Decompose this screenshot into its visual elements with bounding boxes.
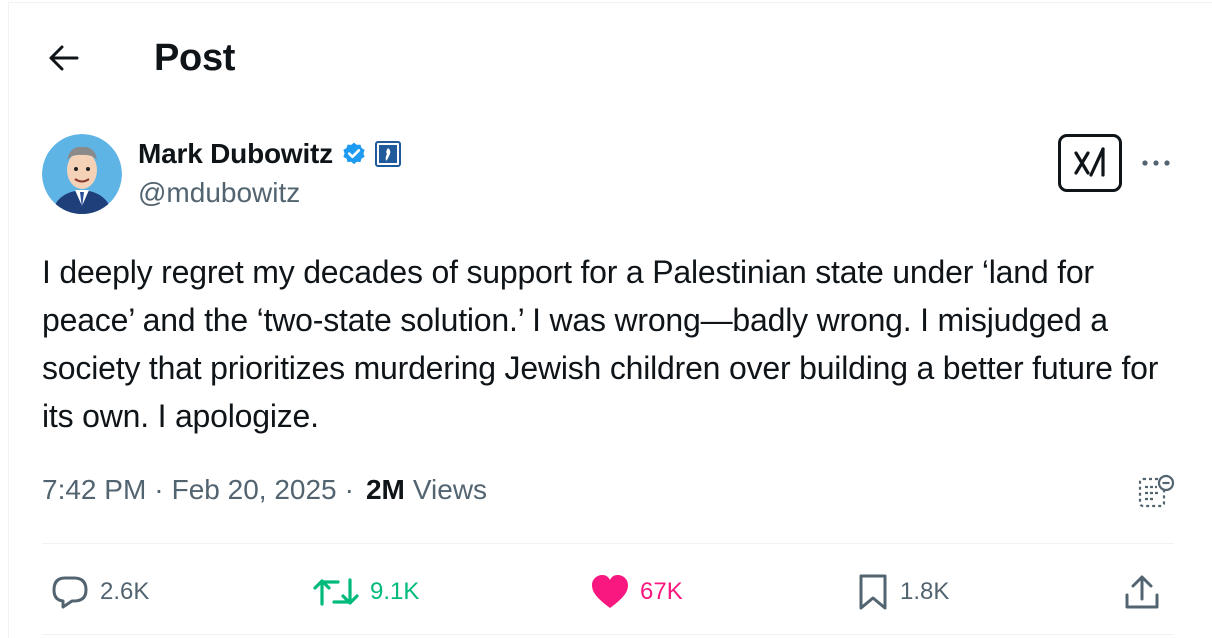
reply-icon [52,576,88,609]
tweet-date[interactable]: Feb 20, 2025 [172,470,337,510]
author-display-name[interactable]: Mark Dubowitz [138,138,333,170]
views-label: Views [412,474,488,505]
share-button[interactable] [1122,556,1162,628]
page-header: Post [0,0,1212,110]
affiliation-badge-icon[interactable] [374,141,401,167]
author-name-row: Mark Dubowitz [138,136,401,172]
community-notes-icon [1138,474,1175,508]
meta-separator: · [154,474,164,505]
tweet-text: I deeply regret my decades of support fo… [42,254,1159,434]
community-notes-button[interactable] [1132,470,1180,512]
bookmark-button[interactable]: 1.8K [856,556,949,628]
author-handle[interactable]: @mdubowitz [138,177,300,209]
repost-button[interactable]: 9.1K [312,556,419,628]
page-title: Post [154,37,236,79]
reply-button[interactable]: 2.6K [50,556,149,628]
repost-icon [313,578,359,606]
views-count[interactable]: 2M [366,470,405,510]
like-count: 67K [640,578,683,605]
tweet-actions-bar: 2.6K 9.1K 67K 1.8K [0,556,1212,628]
heart-filled-icon [592,575,628,608]
share-icon [1125,575,1159,609]
back-button[interactable] [40,36,88,80]
like-button[interactable]: 67K [590,556,683,628]
verified-badge-icon[interactable] [341,141,367,167]
repost-count: 9.1K [370,578,420,605]
bookmark-icon [859,574,887,610]
divider-bottom [42,634,1174,635]
grok-icon [1074,147,1105,177]
more-horizontal-icon [1142,160,1170,166]
reply-count: 2.6K [100,578,150,605]
arrow-left-icon [49,45,79,71]
tweet-meta: 7:42 PM · Feb 20, 2025 · 2M Views [42,470,487,510]
more-options-button[interactable] [1136,146,1176,180]
meta-separator: · [344,474,354,505]
divider-top [42,543,1174,544]
tweet-time[interactable]: 7:42 PM [42,470,146,510]
grok-button[interactable] [1058,134,1122,192]
bookmark-count: 1.8K [900,578,950,605]
avatar[interactable] [42,134,122,214]
avatar-image [42,134,122,214]
